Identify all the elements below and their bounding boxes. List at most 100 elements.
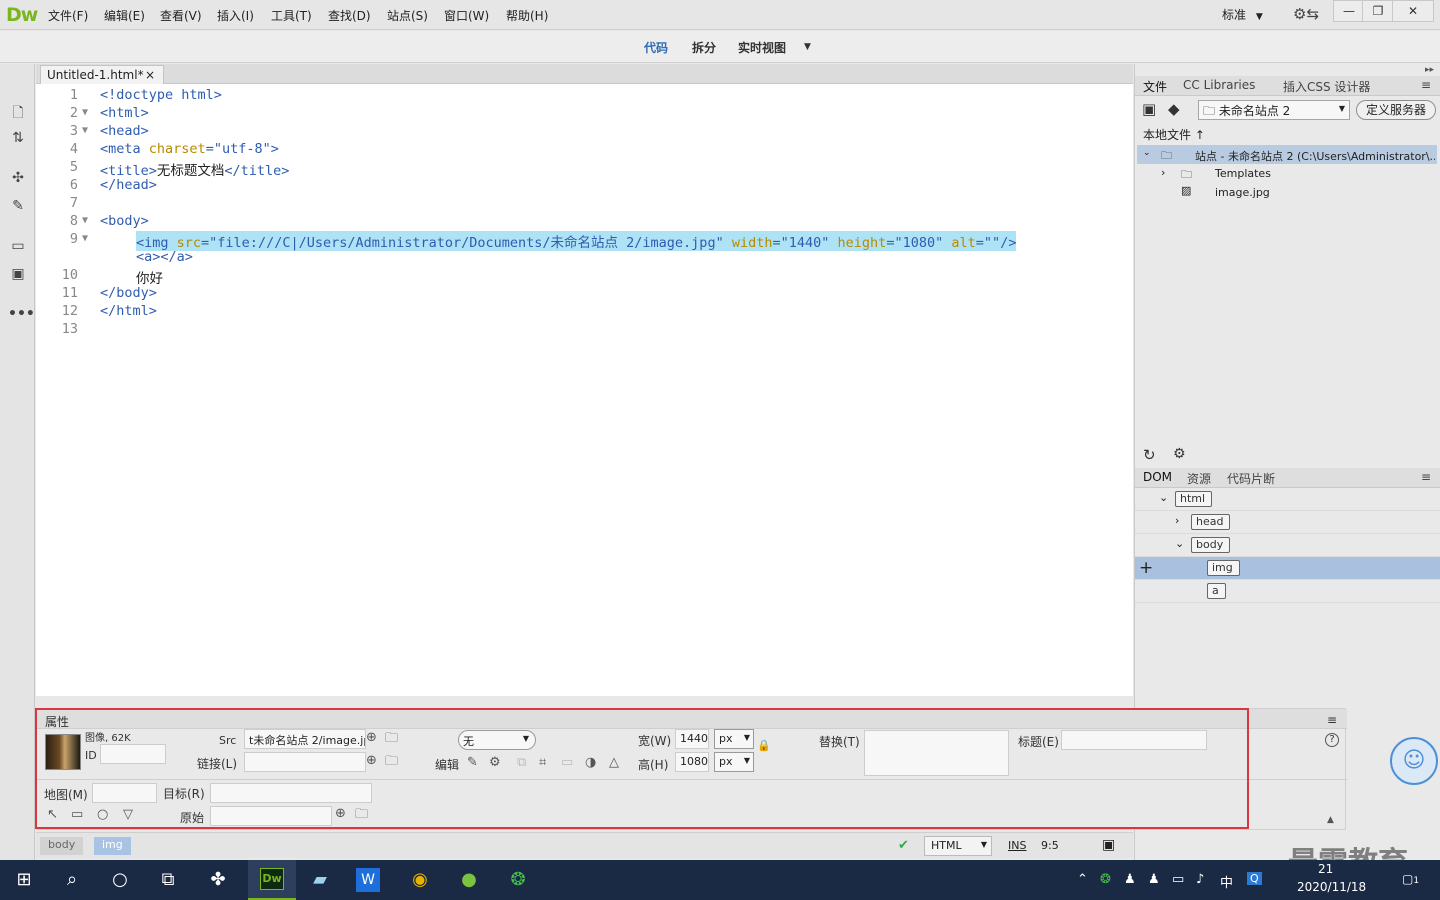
tray-qq2-icon[interactable]: ♟ bbox=[1148, 872, 1160, 887]
ime-app-icon[interactable]: Q bbox=[1247, 872, 1262, 885]
task-view-icon[interactable]: ⧉ bbox=[154, 866, 182, 894]
dom-node-html[interactable]: ⌄ html bbox=[1135, 488, 1440, 511]
tab-dom[interactable]: DOM bbox=[1143, 470, 1172, 484]
menu-help[interactable]: 帮助(H) bbox=[506, 7, 548, 24]
breadcrumb-img[interactable]: img bbox=[94, 837, 131, 855]
code-line[interactable]: 8 ▼ <body> bbox=[36, 213, 1133, 231]
dom-node-head[interactable]: › head bbox=[1135, 511, 1440, 534]
link-input[interactable] bbox=[244, 752, 366, 772]
tab-assets[interactable]: 资源 bbox=[1187, 470, 1211, 487]
format-source-icon[interactable]: ✎ bbox=[8, 198, 28, 218]
fold-arrow-icon[interactable]: ▼ bbox=[82, 125, 88, 136]
tray-expand-icon[interactable]: ⌃ bbox=[1077, 872, 1088, 887]
panel-menu-icon[interactable]: ≡ bbox=[1421, 78, 1431, 92]
title-input[interactable] bbox=[1061, 730, 1207, 750]
tab-snippets[interactable]: 代码片断 bbox=[1227, 470, 1275, 487]
validation-ok-icon[interactable]: ✔ bbox=[898, 838, 909, 853]
preview-icon[interactable]: ▣ bbox=[1102, 837, 1115, 853]
menu-insert[interactable]: 插入(I) bbox=[217, 7, 254, 24]
code-line[interactable]: 12 </html> bbox=[36, 303, 1133, 321]
code-line[interactable]: 6 </head> bbox=[36, 177, 1133, 195]
width-input[interactable]: 1440 bbox=[675, 729, 709, 749]
target-select[interactable] bbox=[210, 783, 372, 803]
tab-files[interactable]: 文件 bbox=[1143, 78, 1167, 95]
menu-edit[interactable]: 编辑(E) bbox=[104, 7, 145, 24]
original-input[interactable] bbox=[210, 806, 332, 826]
image-settings-icon[interactable]: ⚙ bbox=[489, 755, 501, 770]
polygon-hotspot-icon[interactable]: ▽ bbox=[123, 807, 133, 822]
dom-tag-chip[interactable]: img bbox=[1207, 560, 1240, 576]
chevron-down-icon[interactable]: ▼ bbox=[804, 42, 811, 52]
taskbar-dreamweaver[interactable]: Dw bbox=[248, 860, 296, 900]
dom-tag-chip[interactable]: head bbox=[1191, 514, 1231, 530]
collapse-arrow-icon[interactable]: ▲ bbox=[1327, 815, 1334, 825]
windows-start-icon[interactable]: ⊞ bbox=[10, 866, 38, 894]
cortana-icon[interactable]: ○ bbox=[106, 866, 134, 894]
connect-server-icon[interactable]: ▣ bbox=[1142, 100, 1156, 118]
code-line[interactable]: 9 ▼ <img src="file:///C|/Users/Administrat… bbox=[36, 231, 1133, 251]
network-icon[interactable]: ▭ bbox=[1172, 872, 1184, 887]
site-root-row[interactable]: ⌄ 🗀 站点 - 未命名站点 2 (C:\Users\Administrator… bbox=[1137, 145, 1437, 164]
close-button[interactable]: ✕ bbox=[1392, 0, 1434, 22]
code-line[interactable]: 5 <title>无标题文档</title> bbox=[36, 159, 1133, 179]
close-tab-icon[interactable]: × bbox=[145, 68, 155, 82]
remove-comment-icon[interactable]: ▣ bbox=[8, 266, 28, 286]
sync-settings-icon[interactable]: ⚙⇆ bbox=[1293, 5, 1319, 23]
dom-node-img[interactable]: + img bbox=[1135, 557, 1440, 580]
wps-writer-icon[interactable]: W bbox=[356, 868, 380, 892]
code-line[interactable]: 10 你好 bbox=[36, 267, 1133, 287]
map-input[interactable] bbox=[92, 783, 157, 803]
expand-arrow-icon[interactable]: ⌄ bbox=[1159, 491, 1168, 504]
menu-site[interactable]: 站点(S) bbox=[387, 7, 428, 24]
pinwheel-app-icon[interactable]: ✤ bbox=[204, 866, 232, 894]
dom-node-body[interactable]: ⌄ body bbox=[1135, 534, 1440, 557]
minimize-button[interactable]: — bbox=[1333, 0, 1365, 22]
menu-window[interactable]: 窗口(W) bbox=[444, 7, 489, 24]
edit-pencil-icon[interactable]: ✎ bbox=[467, 755, 478, 770]
site-select[interactable]: 🗀 未命名站点 2 ▼ bbox=[1198, 100, 1350, 120]
tab-cc-libraries[interactable]: CC Libraries bbox=[1183, 78, 1255, 92]
expand-all-icon[interactable]: ✣ bbox=[8, 170, 28, 190]
expand-arrow-icon[interactable]: ⌄ bbox=[1175, 537, 1184, 550]
define-server-button[interactable]: 定义服务器 bbox=[1356, 100, 1436, 120]
code-line[interactable]: 4 <meta charset="utf-8"> bbox=[36, 141, 1133, 159]
insert-mode[interactable]: INS bbox=[1008, 839, 1026, 852]
workspace-select[interactable]: 标准 ▼ bbox=[1222, 6, 1263, 23]
notepad-app-icon[interactable]: ▰ bbox=[306, 866, 334, 894]
expand-arrow-icon[interactable]: › bbox=[1175, 514, 1179, 527]
code-editor[interactable]: 1 <!doctype html> 2 ▼ <html> 3 ▼ <head> 4 <meta c… bbox=[36, 84, 1133, 696]
brightness-contrast-icon[interactable]: ◑ bbox=[585, 755, 596, 770]
clock-date[interactable]: 2020/11/18 bbox=[1297, 880, 1366, 894]
refresh-icon[interactable]: ↻ bbox=[1143, 446, 1156, 464]
menu-tools[interactable]: 工具(T) bbox=[271, 7, 312, 24]
clock-time[interactable]: 21 bbox=[1318, 862, 1333, 876]
pointer-hotspot-icon[interactable]: ↖ bbox=[47, 807, 58, 822]
src-input[interactable]: t未命名站点 2/image.jpg bbox=[244, 729, 366, 749]
menu-find[interactable]: 查找(D) bbox=[328, 7, 371, 24]
code-line[interactable]: 3 ▼ <head> bbox=[36, 123, 1133, 141]
notifications-icon[interactable]: ▢1 bbox=[1402, 872, 1419, 886]
height-unit-select[interactable]: px ▼ bbox=[714, 752, 754, 772]
fold-arrow-icon[interactable]: ▼ bbox=[82, 107, 88, 118]
local-files-header[interactable]: 本地文件 ↑ bbox=[1143, 126, 1205, 143]
help-icon[interactable]: ? bbox=[1325, 733, 1339, 747]
document-type-select[interactable]: HTML ▼ bbox=[924, 836, 992, 856]
breadcrumb-body[interactable]: body bbox=[40, 837, 84, 855]
tree-item-templates[interactable]: › 🗀 Templates bbox=[1135, 164, 1435, 183]
id-input[interactable] bbox=[100, 744, 166, 764]
media-app-icon[interactable]: ● bbox=[455, 866, 483, 894]
assistant-bubble-icon[interactable]: ☺ bbox=[1390, 737, 1438, 785]
point-to-file-icon[interactable]: ⊕ bbox=[366, 730, 377, 745]
dom-node-a[interactable]: a bbox=[1135, 580, 1440, 603]
code-line[interactable]: <a></a> bbox=[36, 249, 1133, 267]
collapse-panel-icon[interactable]: ▸▸ bbox=[1425, 65, 1434, 75]
add-element-icon[interactable]: + bbox=[1139, 558, 1153, 578]
menu-view[interactable]: 查看(V) bbox=[160, 7, 202, 24]
menu-file[interactable]: 文件(F) bbox=[48, 7, 88, 24]
apply-comment-icon[interactable]: ▭ bbox=[8, 238, 28, 258]
class-select[interactable]: 无 ▼ bbox=[458, 730, 536, 750]
dom-tag-chip[interactable]: html bbox=[1175, 491, 1213, 507]
lock-icon[interactable]: 🔒 bbox=[757, 739, 771, 752]
tab-css-designer[interactable]: CSS 设计器 bbox=[1307, 78, 1370, 95]
tray-qq-icon[interactable]: ♟ bbox=[1124, 872, 1136, 887]
